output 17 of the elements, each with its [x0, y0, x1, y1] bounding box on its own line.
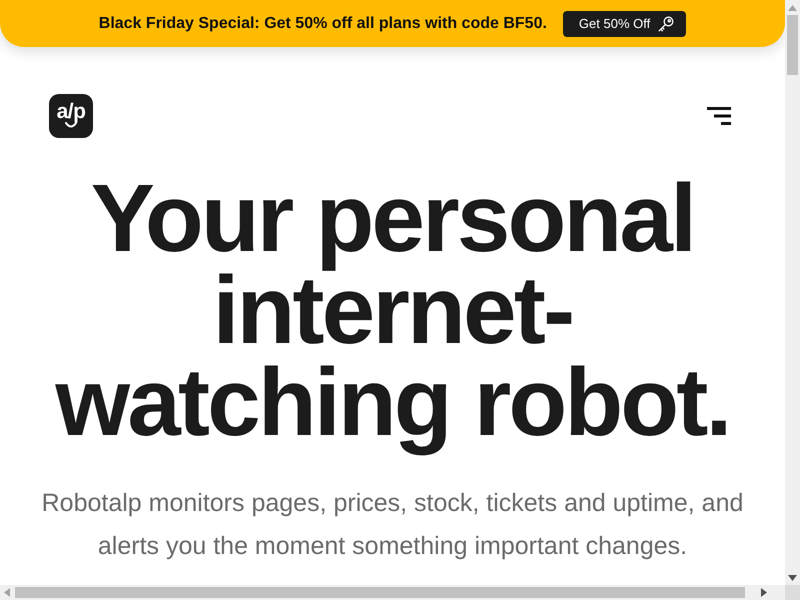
offer-button[interactable]: Get 50% Off: [562, 10, 686, 36]
down-arrow-icon[interactable]: [788, 575, 797, 581]
hero-heading: Your personal internet-watching robot.: [54, 173, 731, 458]
menu-icon[interactable]: [707, 107, 731, 125]
scrollbar-thumb[interactable]: [15, 587, 745, 598]
up-arrow-icon[interactable]: [788, 5, 797, 11]
horizontal-scrollbar[interactable]: [0, 585, 785, 600]
left-arrow-icon[interactable]: [4, 588, 10, 597]
promo-text: Black Friday Special: Get 50% off all plans with code BF50.: [98, 14, 547, 34]
logo-link[interactable]: a/p: [49, 94, 93, 138]
scrollbar-thumb[interactable]: [787, 15, 798, 75]
right-arrow-icon[interactable]: [761, 588, 767, 597]
smile-icon: [65, 122, 77, 128]
scrollbar-corner: [785, 585, 800, 600]
vertical-scrollbar[interactable]: [785, 0, 800, 585]
hero-subheading: Robotalp monitors pages, prices, stock, tickets and uptime, and alerts you the moment something important changes.: [40, 488, 744, 562]
key-icon: [658, 16, 674, 32]
